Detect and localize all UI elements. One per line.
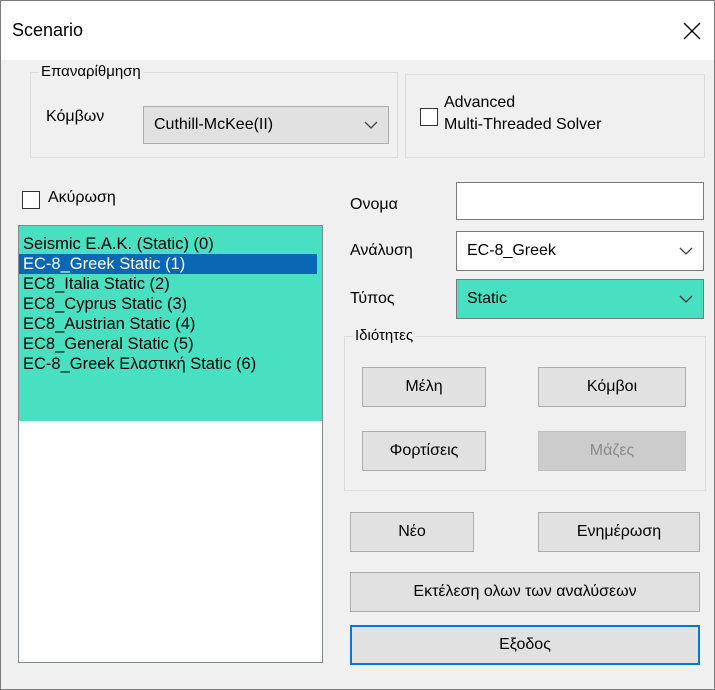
loads-button[interactable]: Φορτίσεις: [362, 431, 486, 471]
nodes-button[interactable]: Κόμβοι: [538, 367, 686, 407]
advanced-solver-checkbox[interactable]: [420, 108, 438, 126]
chevron-down-icon: [679, 247, 693, 255]
cancel-checkbox[interactable]: [22, 191, 40, 209]
nodes-label: Κόμβων: [46, 108, 105, 125]
name-input[interactable]: [456, 182, 704, 220]
close-icon: [683, 22, 701, 40]
type-value: Static: [467, 290, 508, 307]
members-button[interactable]: Μέλη: [362, 367, 486, 407]
scenario-item-0[interactable]: Seismic E.A.K. (Static) (0): [19, 234, 322, 254]
advanced-solver-label-1: Advanced: [444, 94, 516, 111]
properties-legend: Ιδιότητες: [355, 327, 414, 344]
scenario-item-3[interactable]: EC8_Cyprus Static (3): [19, 294, 322, 314]
cancel-label[interactable]: Ακύρωση: [48, 189, 116, 207]
new-button[interactable]: Νέο: [350, 512, 474, 552]
run-all-analyses-button[interactable]: Εκτέλεση ολων των αναλύσεων: [350, 572, 700, 612]
analysis-select[interactable]: EC-8_Greek: [456, 231, 704, 271]
title-bar: Scenario: [0, 0, 715, 60]
advanced-solver-label-2: Multi-Threaded Solver: [444, 116, 602, 133]
scenario-item-1[interactable]: EC-8_Greek Static (1): [19, 254, 317, 274]
exit-button[interactable]: Εξοδος: [350, 625, 700, 665]
masses-button[interactable]: Μάζες: [538, 431, 686, 471]
scenario-item-6[interactable]: EC-8_Greek Ελαστική Static (6): [19, 354, 322, 374]
renumbering-method-value: Cuthill-McKee(II): [154, 116, 274, 133]
name-label: Ονομα: [350, 196, 398, 213]
renumbering-legend: Επαναρίθμηση: [41, 63, 141, 80]
chevron-down-icon: [364, 121, 378, 129]
update-button[interactable]: Ενημέρωση: [538, 512, 700, 552]
chevron-down-icon: [679, 295, 693, 303]
close-button[interactable]: [669, 10, 715, 52]
type-label: Τύπος: [350, 290, 395, 307]
type-select[interactable]: Static: [456, 279, 704, 319]
scenario-list[interactable]: Seismic E.A.K. (Static) (0) EC-8_Greek S…: [18, 225, 323, 663]
scenario-item-4[interactable]: EC8_Austrian Static (4): [19, 314, 322, 334]
window-title: Scenario: [12, 20, 84, 40]
renumbering-method-select[interactable]: Cuthill-McKee(II): [143, 106, 389, 144]
analysis-label: Ανάλυση: [350, 242, 413, 259]
scenario-item-5[interactable]: EC8_General Static (5): [19, 334, 322, 354]
analysis-value: EC-8_Greek: [467, 242, 556, 259]
scenario-item-2[interactable]: EC8_Italia Static (2): [19, 274, 322, 294]
